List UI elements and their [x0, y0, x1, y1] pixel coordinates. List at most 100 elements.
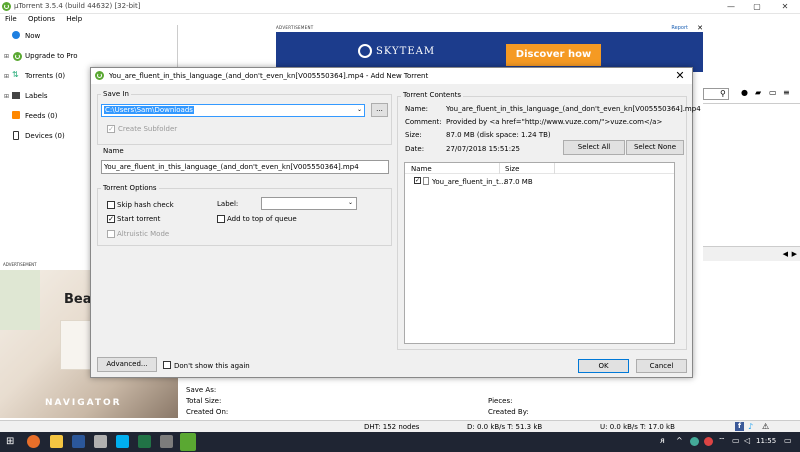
- sidebar-item-upgrade[interactable]: ⊞ Upgrade to Pro: [0, 48, 178, 66]
- dont-show-checkbox[interactable]: [163, 361, 171, 369]
- minimize-button[interactable]: —: [718, 0, 744, 13]
- battery-icon[interactable]: ▭: [732, 436, 740, 445]
- created-on-label: Created On:: [186, 408, 229, 416]
- file-icon: [423, 177, 429, 185]
- wifi-icon[interactable]: ⌔: [718, 436, 726, 446]
- expand-icon[interactable]: ⊞: [4, 93, 9, 100]
- date-value: 27/07/2018 15:51:25: [446, 145, 521, 153]
- ad-brand: SKYTEAM: [376, 46, 436, 57]
- notification-icon[interactable]: ▭: [784, 436, 792, 445]
- tab-strip: ◀ ▶: [703, 246, 800, 261]
- tray-icon[interactable]: [690, 437, 699, 446]
- app2-icon[interactable]: [160, 435, 173, 448]
- dialog-close-button[interactable]: ✕: [673, 69, 687, 82]
- status-bar: DHT: 152 nodes D: 0.0 kB/s T: 51.3 kB U:…: [0, 420, 800, 432]
- save-in-dropdown[interactable]: C:\Users\Sam\Downloads ⌄: [101, 104, 365, 117]
- volume-icon[interactable]: ◁: [744, 436, 750, 445]
- altruistic-checkbox[interactable]: [107, 230, 115, 238]
- ad-banner[interactable]: SKYTEAM Discover how: [276, 32, 703, 72]
- upload-status[interactable]: U: 0.0 kB/s T: 17.0 kB: [600, 423, 675, 431]
- right-pane: ⚲ ● ▰ ▭ ≡ ◀ ▶: [703, 86, 800, 261]
- device-icon: [13, 131, 19, 140]
- utorrent-logo-icon: [13, 52, 22, 61]
- excel-icon[interactable]: [138, 435, 151, 448]
- create-subfolder-label: Create Subfolder: [118, 125, 178, 133]
- file-explorer-icon[interactable]: [50, 435, 63, 448]
- save-in-value: C:\Users\Sam\Downloads: [104, 106, 194, 114]
- size-value: 87.0 MB (disk space: 1.24 TB): [446, 131, 551, 139]
- ad-label: ADVERTISEMENT: [276, 25, 314, 30]
- chat-icon[interactable]: ▰: [755, 88, 761, 97]
- tray-icon-2[interactable]: [704, 437, 713, 446]
- name-key: Name:: [405, 105, 429, 113]
- name-value: You_are_fluent_in_this_language_(and_don…: [446, 105, 701, 113]
- download-status[interactable]: D: 0.0 kB/s T: 51.3 kB: [467, 423, 542, 431]
- comment-value: Provided by <a href="http://www.vuze.com…: [446, 118, 663, 126]
- app-icon[interactable]: [94, 435, 107, 448]
- menu-file[interactable]: File: [5, 15, 17, 23]
- clock[interactable]: 11:55: [756, 437, 776, 445]
- skype-icon[interactable]: [116, 435, 129, 448]
- file-name: You_are_fluent_in_t...: [432, 178, 506, 186]
- facebook-icon[interactable]: f: [735, 422, 744, 431]
- ad-report-link[interactable]: Report: [671, 25, 688, 31]
- ad-brand: NAVIGATOR: [45, 398, 122, 408]
- menu-help[interactable]: Help: [66, 15, 82, 23]
- alert-icon[interactable]: ⚠: [762, 422, 769, 431]
- skip-hash-checkbox[interactable]: [107, 201, 115, 209]
- create-subfolder-checkbox[interactable]: ✓: [107, 125, 115, 133]
- chevron-up-icon[interactable]: ^: [676, 436, 683, 445]
- browse-button[interactable]: ...: [371, 103, 388, 117]
- label-dropdown[interactable]: ⌄: [261, 197, 357, 210]
- tab-scroll-right[interactable]: ▶: [792, 250, 797, 258]
- file-checkbox[interactable]: ✓: [414, 177, 421, 184]
- close-button[interactable]: ✕: [772, 0, 798, 13]
- ok-button[interactable]: OK: [578, 359, 629, 373]
- cancel-button[interactable]: Cancel: [636, 359, 687, 373]
- col-name-header[interactable]: Name: [411, 165, 432, 173]
- comment-key: Comment:: [405, 118, 442, 126]
- word-icon[interactable]: [72, 435, 85, 448]
- bulb-icon[interactable]: ●: [741, 88, 748, 97]
- select-all-button[interactable]: Select All: [563, 140, 625, 155]
- expand-icon[interactable]: ⊞: [4, 53, 9, 60]
- utorrent-taskbar-icon[interactable]: [180, 433, 196, 451]
- monitor-icon[interactable]: ▭: [769, 88, 777, 97]
- sidebar-item-now[interactable]: Now: [0, 28, 178, 46]
- size-key: Size:: [405, 131, 422, 139]
- maximize-button[interactable]: ▢: [744, 0, 770, 13]
- add-to-top-checkbox[interactable]: [217, 215, 225, 223]
- torrent-contents-label: Torrent Contents: [401, 91, 464, 99]
- select-none-button[interactable]: Select None: [626, 140, 684, 155]
- name-label: Name: [101, 147, 126, 155]
- skyteam-logo-icon: [358, 44, 372, 58]
- dont-show-label: Don't show this again: [174, 362, 250, 370]
- menu-options[interactable]: Options: [28, 15, 55, 23]
- col-size-header[interactable]: Size: [505, 165, 519, 173]
- taskbar: ⊞ ᴙ ^ ⌔ ▭ ◁ 11:55 ▭: [0, 432, 800, 452]
- firefox-icon[interactable]: [27, 435, 40, 448]
- date-key: Date:: [405, 145, 425, 153]
- people-icon[interactable]: ᴙ: [660, 436, 665, 445]
- discover-button[interactable]: Discover how: [506, 44, 601, 66]
- name-field[interactable]: You_are_fluent_in_this_language_(and_don…: [101, 160, 389, 174]
- twitter-icon[interactable]: ♪: [748, 422, 753, 431]
- search-icon[interactable]: ⚲: [720, 89, 726, 98]
- advanced-button[interactable]: Advanced...: [97, 357, 157, 372]
- tab-scroll-left[interactable]: ◀: [783, 250, 788, 258]
- utorrent-logo-icon: [2, 2, 11, 11]
- start-torrent-checkbox[interactable]: ✓: [107, 215, 115, 223]
- dialog-title: You_are_fluent_in_this_language_(and_don…: [109, 72, 429, 80]
- torrents-icon: ⇅: [12, 70, 19, 79]
- settings-icon[interactable]: ≡: [783, 88, 790, 97]
- label-field-label: Label:: [217, 200, 239, 208]
- ad-close-button[interactable]: ✕: [697, 24, 703, 32]
- windows-start-icon[interactable]: ⊞: [6, 436, 14, 447]
- file-size: 87.0 MB: [504, 178, 533, 186]
- sidebar-item-label: Devices (0): [25, 132, 65, 140]
- file-list: Name Size ✓ You_are_fluent_in_t... 87.0 …: [404, 162, 675, 344]
- start-torrent-label: Start torrent: [117, 215, 161, 223]
- expand-icon[interactable]: ⊞: [4, 73, 9, 80]
- top-advertisement[interactable]: ADVERTISEMENT Report ✕ SKYTEAM Discover …: [276, 24, 703, 72]
- file-row[interactable]: ✓ You_are_fluent_in_t... 87.0 MB: [405, 176, 674, 187]
